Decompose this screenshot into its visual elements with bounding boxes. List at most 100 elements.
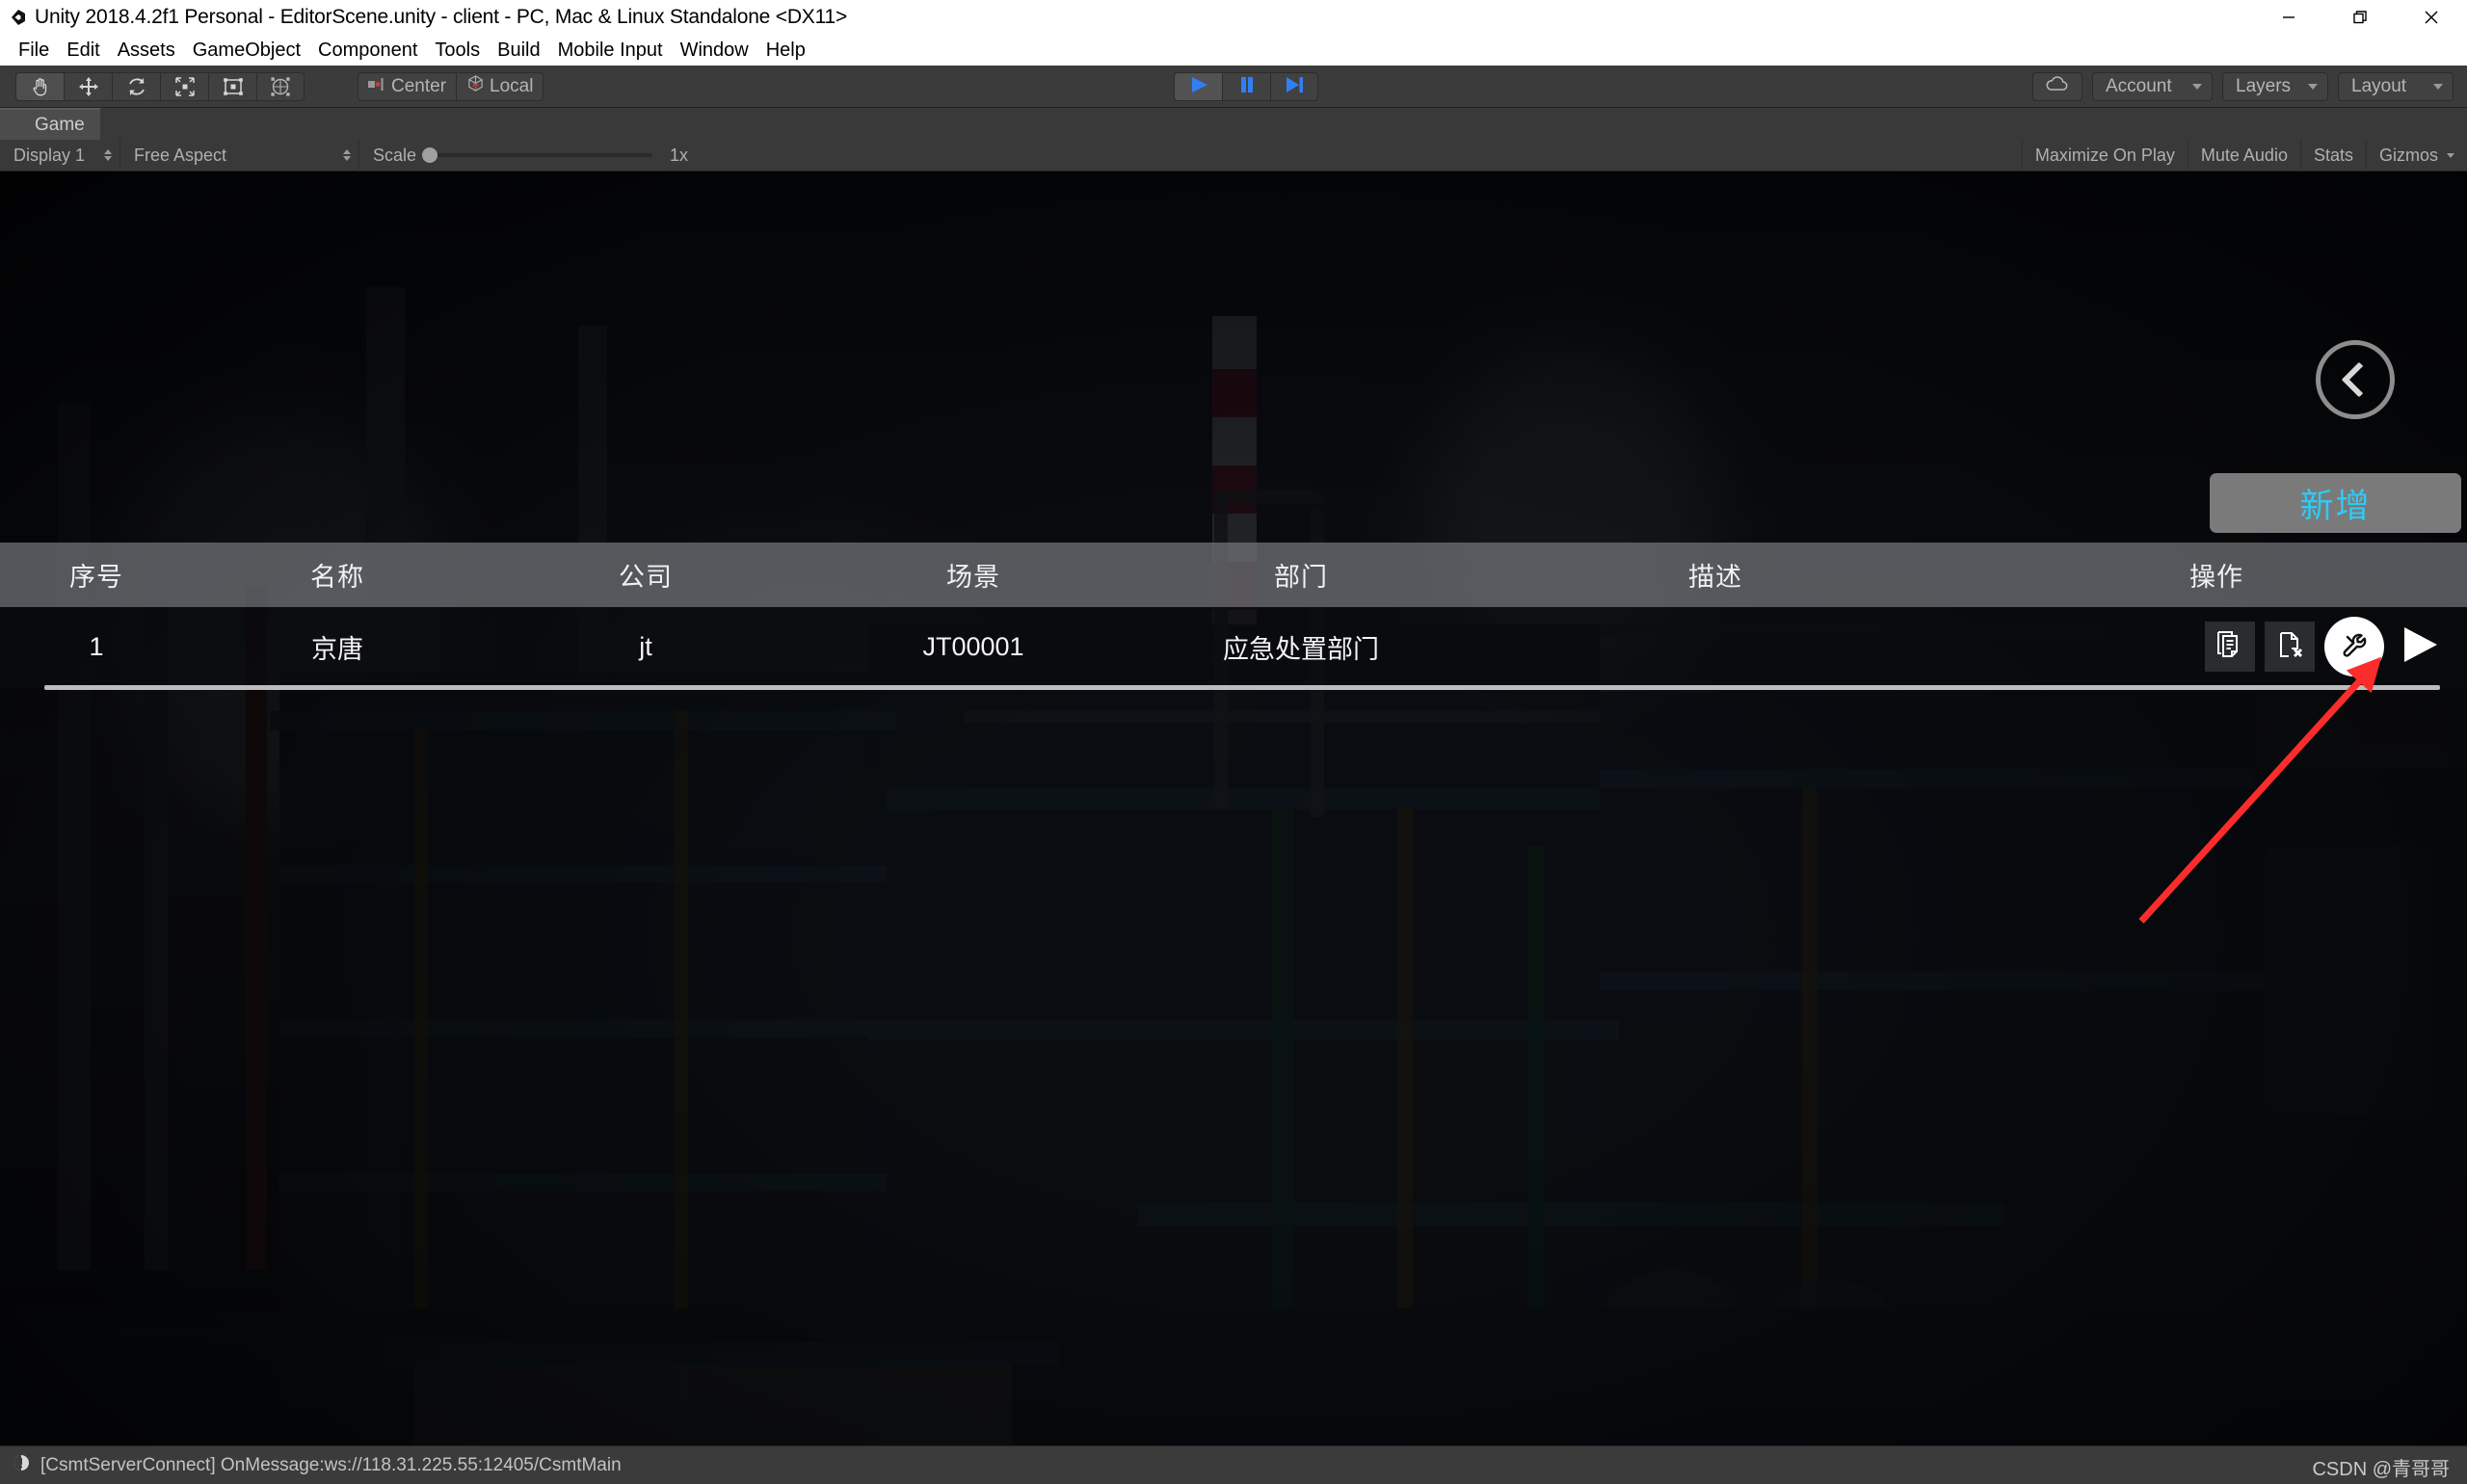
tab-game-label: Game (35, 114, 85, 135)
rotation-mode-button[interactable]: Local (456, 71, 544, 101)
menu-assets[interactable]: Assets (109, 35, 184, 66)
account-label: Account (2106, 76, 2172, 96)
hand-icon (29, 75, 52, 98)
step-forward-icon (1284, 75, 1305, 99)
scale-tool-button[interactable] (160, 71, 208, 101)
photo-vignette (0, 172, 2467, 1445)
window-controls (2253, 0, 2467, 35)
scale-control: Scale 1x (373, 146, 688, 166)
delete-button[interactable] (2265, 622, 2315, 672)
pause-icon (1237, 75, 1257, 99)
menu-gameobject[interactable]: GameObject (184, 35, 309, 66)
wrench-settings-icon (2337, 627, 2372, 667)
scale-slider[interactable] (422, 147, 653, 163)
row-divider (44, 685, 2440, 690)
cell-company: jt (639, 632, 652, 661)
mute-audio-toggle[interactable]: Mute Audio (2187, 140, 2300, 172)
chevron-down-icon (2308, 84, 2318, 90)
menubar: File Edit Assets GameObject Component To… (0, 35, 2467, 66)
scale-label: Scale (373, 145, 417, 165)
transform-icon (269, 75, 292, 98)
account-dropdown[interactable]: Account (2092, 72, 2213, 101)
menu-mobile-input[interactable]: Mobile Input (549, 35, 672, 66)
unity-icon (8, 7, 29, 28)
table-header: 序号 名称 公司 场景 部门 描述 操作 (0, 543, 2467, 607)
layers-dropdown[interactable]: Layers (2222, 72, 2328, 101)
column-header-desc: 描述 (1688, 563, 1742, 592)
game-canvas[interactable]: 新增 序号 名称 公司 场景 部门 描述 操作 1 京唐 jt JT00001 … (0, 172, 2467, 1445)
layout-dropdown[interactable]: Layout (2338, 72, 2454, 101)
add-new-button[interactable]: 新增 (2210, 473, 2461, 533)
back-button[interactable] (2316, 340, 2395, 419)
chevron-left-icon (2341, 361, 2377, 398)
cell-dept: 应急处置部门 (1223, 635, 1379, 664)
display-dropdown[interactable]: Display 1 (0, 139, 120, 172)
maximize-on-play-toggle[interactable]: Maximize On Play (2021, 140, 2188, 172)
play-icon (1188, 75, 1209, 99)
stats-toggle[interactable]: Stats (2299, 140, 2366, 172)
menu-file[interactable]: File (10, 35, 58, 66)
maximize-button[interactable] (2324, 0, 2396, 35)
stepper-icon (104, 149, 112, 161)
hand-tool-button[interactable] (15, 71, 64, 101)
gameview-toolbar: Display 1 Free Aspect Scale 1x Maximize … (0, 139, 2467, 172)
layers-label: Layers (2236, 76, 2292, 96)
minimize-button[interactable] (2253, 0, 2324, 35)
menu-component[interactable]: Component (309, 35, 426, 66)
menu-build[interactable]: Build (489, 35, 548, 66)
statusbar[interactable]: [CsmtServerConnect] OnMessage:ws://118.3… (0, 1445, 2467, 1484)
scale-value: 1x (670, 145, 689, 165)
delete-file-icon (2273, 628, 2306, 666)
chevron-down-icon (2433, 84, 2443, 90)
column-header-company: 公司 (619, 563, 673, 592)
aspect-dropdown[interactable]: Free Aspect (120, 139, 359, 172)
pivot-mode-label: Center (391, 75, 447, 96)
column-header-scene: 场景 (946, 563, 1000, 592)
unity-toolbar: Center Local Account Layers Layout (0, 66, 2467, 108)
background-photo (0, 172, 2467, 1445)
game-tab-icon (12, 114, 28, 136)
table-row[interactable]: 1 京唐 jt JT00001 应急处置部门 (0, 607, 2467, 687)
pivot-group: Center Local (358, 71, 544, 101)
display-label: Display 1 (13, 145, 86, 165)
pause-button[interactable] (1222, 72, 1270, 101)
csdn-watermark: CSDN @青哥哥 (2312, 1459, 2450, 1480)
play-icon (2397, 623, 2441, 671)
playback-controls (1174, 72, 1318, 101)
play-button[interactable] (1174, 72, 1222, 101)
transform-tool-button[interactable] (256, 71, 305, 101)
maximize-on-play-label: Maximize On Play (2034, 146, 2175, 165)
layout-label: Layout (2351, 76, 2407, 96)
window-title: Unity 2018.4.2f1 Personal - EditorScene.… (35, 6, 848, 28)
aspect-label: Free Aspect (134, 145, 227, 165)
tab-game[interactable]: Game (0, 108, 100, 140)
move-icon (77, 75, 100, 98)
cell-scene: JT00001 (922, 632, 1024, 661)
move-tool-button[interactable] (64, 71, 112, 101)
transform-tool-group (15, 71, 305, 101)
rotate-icon (125, 75, 148, 98)
menu-edit[interactable]: Edit (58, 35, 108, 66)
column-header-index: 序号 (69, 563, 123, 592)
rotate-tool-button[interactable] (112, 71, 160, 101)
close-button[interactable] (2396, 0, 2467, 35)
pivot-mode-button[interactable]: Center (358, 71, 457, 101)
duplicate-icon (2214, 628, 2246, 666)
step-button[interactable] (1270, 72, 1318, 101)
settings-button[interactable] (2324, 617, 2384, 676)
cloud-icon (2045, 75, 2070, 98)
scale-slider-handle[interactable] (422, 147, 438, 163)
cloud-services-button[interactable] (2032, 72, 2082, 101)
rotation-mode-label: Local (490, 75, 534, 96)
mute-audio-label: Mute Audio (2200, 146, 2288, 165)
rect-tool-button[interactable] (208, 71, 256, 101)
menu-help[interactable]: Help (757, 35, 814, 66)
stepper-icon (343, 149, 351, 161)
duplicate-button[interactable] (2205, 622, 2255, 672)
play-row-button[interactable] (2394, 622, 2444, 672)
menu-tools[interactable]: Tools (426, 35, 489, 66)
gizmos-dropdown[interactable]: Gizmos (2365, 140, 2467, 172)
column-header-name: 名称 (310, 563, 364, 592)
toolbar-right-group: Account Layers Layout (2032, 72, 2454, 101)
menu-window[interactable]: Window (672, 35, 757, 66)
